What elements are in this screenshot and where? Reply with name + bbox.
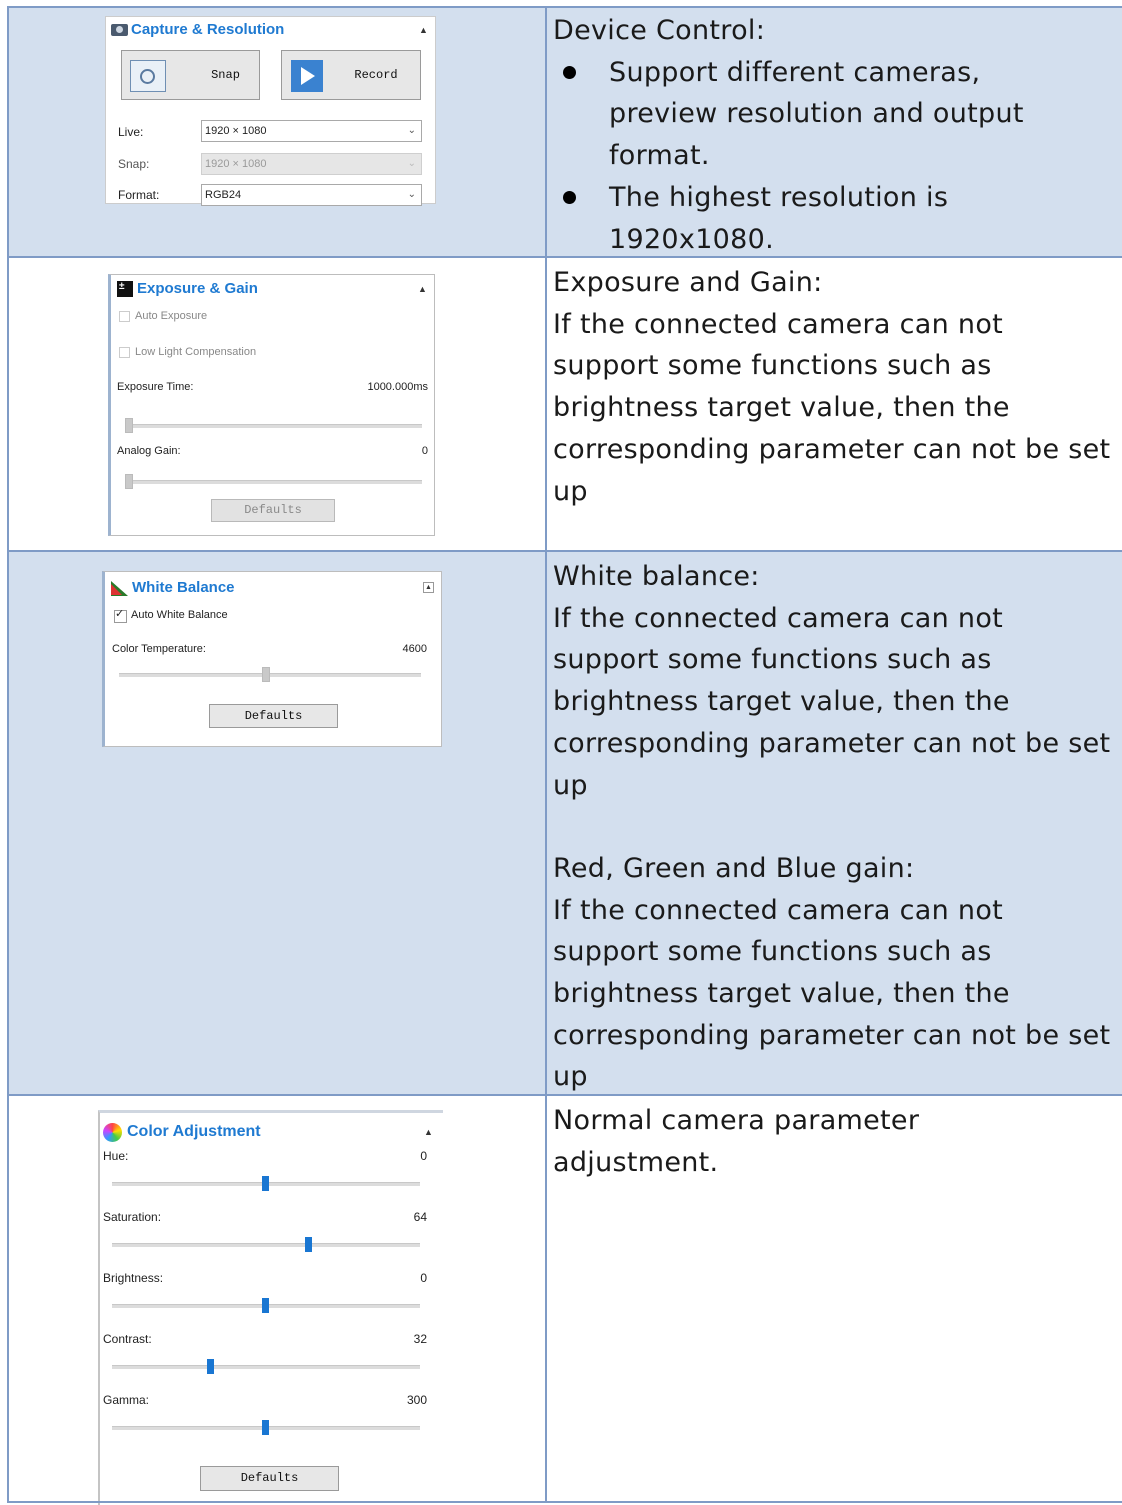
- slider-value: 64: [413, 1210, 427, 1224]
- auto-white-balance-checkbox[interactable]: [114, 607, 127, 623]
- list-item: The highest resolution is 1920x1080.: [553, 177, 1114, 260]
- slider-track[interactable]: [112, 1365, 420, 1369]
- description: Exposure and Gain: If the connected came…: [553, 262, 1114, 512]
- description: White balance: If the connected camera c…: [553, 556, 1114, 1098]
- slider-thumb[interactable]: [262, 1298, 269, 1313]
- slider-value: 32: [413, 1332, 427, 1346]
- chevron-down-icon: ⌄: [407, 189, 416, 200]
- panel-title: White Balance: [132, 579, 235, 596]
- table-row: Capture & Resolution ▲ Snap Record Live:…: [7, 6, 1122, 258]
- slider-thumb[interactable]: [262, 1176, 269, 1191]
- description-title: White balance:: [553, 561, 760, 592]
- slider-value: 0: [420, 1271, 427, 1285]
- slider-value: 0: [420, 1149, 427, 1163]
- defaults-button[interactable]: Defaults: [211, 499, 335, 522]
- format-value: RGB24: [205, 189, 242, 201]
- table-row: ± Exposure & Gain ▲ Auto Exposure Low Li…: [7, 256, 1122, 552]
- slider-value: 300: [406, 1393, 427, 1407]
- live-resolution-select[interactable]: 1920 × 1080 ⌄: [201, 120, 422, 142]
- color-wheel-icon: [103, 1123, 122, 1142]
- description-body: If the connected camera can not support …: [553, 308, 1111, 507]
- collapse-icon[interactable]: ▲: [419, 25, 428, 35]
- format-label: Format:: [118, 188, 160, 202]
- color-temperature-value: 4600: [402, 643, 427, 655]
- description-title-rgb: Red, Green and Blue gain:: [553, 852, 915, 884]
- list-item: Support different cameras, preview resol…: [553, 52, 1114, 177]
- slider-label: Gamma:: [103, 1393, 150, 1407]
- analog-gain-slider[interactable]: [125, 480, 422, 484]
- panel-title: Capture & Resolution: [131, 21, 285, 38]
- analog-gain-value: 0: [421, 445, 428, 457]
- defaults-button[interactable]: Defaults: [200, 1466, 339, 1491]
- exposure-icon: ±: [117, 281, 133, 297]
- exposure-time-slider[interactable]: [125, 424, 422, 428]
- bullet-text: The highest resolution is 1920x1080.: [609, 181, 949, 255]
- format-select[interactable]: RGB24 ⌄: [201, 184, 422, 206]
- description-body: Normal camera parameter adjustment.: [553, 1105, 920, 1178]
- description-body: If the connected camera can not support …: [553, 602, 1111, 801]
- live-resolution-value: 1920 × 1080: [205, 125, 267, 137]
- auto-exposure-label: Auto Exposure: [135, 310, 208, 322]
- snap-resolution-label: Snap:: [118, 157, 150, 171]
- camera-icon: [111, 24, 128, 36]
- slider-label: Brightness:: [103, 1271, 164, 1285]
- collapse-icon[interactable]: ▲: [424, 1127, 433, 1137]
- bullet-text: Support different cameras, preview resol…: [609, 56, 1024, 172]
- bullet-icon: [563, 65, 576, 79]
- live-label: Live:: [118, 125, 144, 139]
- snap-label: Snap: [211, 68, 240, 82]
- low-light-checkbox[interactable]: [119, 347, 130, 358]
- slider-thumb[interactable]: [206, 1359, 214, 1374]
- slider-label: Contrast:: [103, 1332, 152, 1346]
- auto-exposure-checkbox[interactable]: [119, 311, 130, 322]
- description-title: Device Control:: [553, 15, 766, 46]
- analog-gain-thumb[interactable]: [125, 474, 133, 489]
- low-light-label: Low Light Compensation: [135, 346, 257, 358]
- slider-label: Saturation:: [103, 1210, 162, 1224]
- color-temperature-slider[interactable]: [119, 673, 421, 677]
- exposure-time-value: 1000.000ms: [367, 381, 428, 393]
- slider-thumb[interactable]: [262, 1420, 269, 1435]
- bullet-icon: [563, 190, 576, 204]
- panel-title: Color Adjustment: [127, 1123, 261, 1140]
- capture-resolution-panel: Capture & Resolution ▲ Snap Record Live:…: [105, 16, 436, 206]
- exposure-gain-panel: ± Exposure & Gain ▲ Auto Exposure Low Li…: [108, 274, 435, 536]
- color-temperature-thumb[interactable]: [262, 667, 270, 682]
- play-icon: [291, 60, 323, 92]
- slider-label: Hue:: [103, 1149, 129, 1163]
- description-body-rgb: If the connected camera can not support …: [553, 894, 1111, 1093]
- table-row: Color Adjustment ▲ Hue: 0 Saturation: 64 Bri…: [7, 1094, 1122, 1505]
- exposure-time-label: Exposure Time:: [117, 381, 194, 393]
- exposure-time-thumb[interactable]: [125, 418, 133, 433]
- chevron-down-icon: ⌄: [407, 125, 416, 136]
- chevron-down-icon: ⌄: [407, 158, 416, 169]
- document-table: Capture & Resolution ▲ Snap Record Live:…: [0, 0, 1122, 1505]
- analog-gain-label: Analog Gain:: [117, 445, 181, 457]
- color-adjustment-panel: Color Adjustment ▲ Hue: 0 Saturation: 64 Bri…: [98, 1110, 443, 1505]
- auto-white-balance-label: Auto White Balance: [131, 609, 228, 621]
- panel-title: Exposure & Gain: [137, 280, 258, 297]
- slider-thumb[interactable]: [305, 1237, 313, 1252]
- description: Device Control: Support different camera…: [553, 10, 1114, 260]
- color-temperature-label: Color Temperature:: [112, 643, 206, 655]
- description-title: Exposure and Gain:: [553, 267, 823, 298]
- defaults-button[interactable]: Defaults: [209, 704, 338, 728]
- record-label: Record: [354, 68, 398, 82]
- collapse-icon[interactable]: ▲: [418, 284, 427, 294]
- table-row: White Balance ▲ Auto White Balance Color…: [7, 550, 1122, 1096]
- description: Normal camera parameter adjustment.: [553, 1100, 983, 1183]
- record-button[interactable]: Record: [281, 50, 421, 100]
- snap-resolution-select[interactable]: 1920 × 1080 ⌄: [201, 153, 422, 175]
- slider-track[interactable]: [112, 1243, 420, 1247]
- collapse-icon[interactable]: ▲: [423, 582, 434, 593]
- snap-button[interactable]: Snap: [121, 50, 260, 100]
- snapshot-icon: [130, 60, 166, 92]
- snap-resolution-value: 1920 × 1080: [205, 158, 267, 170]
- white-balance-panel: White Balance ▲ Auto White Balance Color…: [102, 571, 442, 747]
